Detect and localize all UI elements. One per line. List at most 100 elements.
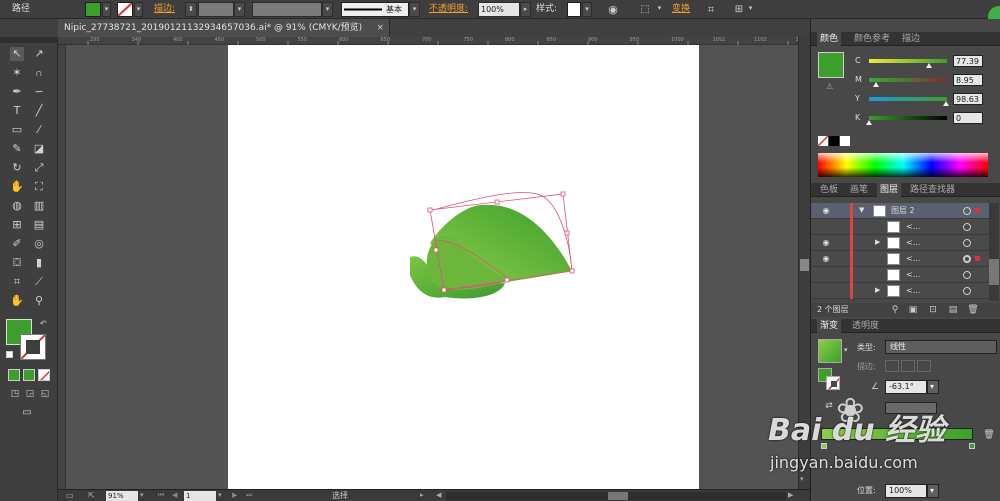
layer-name[interactable]: 图层 2 [891,203,915,219]
draw-behind-icon[interactable]: ◲ [23,387,37,401]
opacity-dropdown[interactable]: ▸ [520,2,531,17]
symbol-sprayer-tool-icon[interactable]: ⛋ [10,256,24,270]
visibility-eye-icon[interactable]: ◉ [820,238,832,248]
recolor-artwork-icon[interactable]: ◉ [605,2,621,17]
layer-target-icon[interactable] [963,239,971,247]
stroke-dropdown-arrow[interactable]: ▾ [134,2,143,17]
arrange-icon[interactable]: ⊞ [731,2,747,17]
draw-inside-icon[interactable]: ◱ [38,387,52,401]
style-dropdown[interactable]: ▾ [582,2,592,17]
gradient-preview-box[interactable] [818,339,842,363]
layer-target-icon[interactable] [963,223,971,231]
new-layer-icon[interactable]: ▤ [947,304,959,316]
tab-swatches[interactable]: 色板 [817,183,841,197]
black-swatch[interactable] [829,136,839,146]
stroke-weight-dropdown[interactable]: ▾ [234,2,245,17]
gradient-preview-dropdown-icon[interactable]: ▾ [844,346,848,354]
bbox-handle[interactable] [504,277,510,283]
zoom-field[interactable]: 91% [106,491,138,501]
slice-tool-icon[interactable]: ⟋ [32,275,46,289]
selection-tool-icon[interactable]: ↖ [10,47,24,61]
tab-pathfinder[interactable]: 路径查找器 [907,183,958,197]
status-menu-icon[interactable]: ▸ [420,490,424,501]
layer-expand-arrow-icon[interactable]: ▼ [859,206,864,214]
black-slider-row[interactable]: K 0 [855,112,1000,126]
align-icon[interactable]: ⬚ [636,2,654,17]
artboard-nav-icon[interactable]: ▭ [66,490,74,501]
gradient-slider[interactable] [821,428,973,440]
prev-artboard-icon[interactable]: ◀ [172,490,177,501]
scale-tool-icon[interactable]: ⤢ [32,161,46,175]
fill-swatch[interactable] [85,2,101,17]
sublayer-row[interactable]: <... [811,267,989,283]
document-tab[interactable]: Nipic_27738721_20190121132934657036.ai* … [58,19,390,37]
scroll-left-arrow-icon[interactable]: ◀ [436,490,441,501]
stroke-weight-field[interactable] [198,2,234,17]
yellow-value-field[interactable]: 98.63 [953,93,983,105]
draw-normal-icon[interactable]: ◳ [8,387,22,401]
layer-target-icon[interactable] [963,207,971,215]
layers-scroll-thumb[interactable] [989,259,999,285]
transform-link[interactable]: 变换 [672,2,690,17]
paintbrush-tool-icon[interactable]: ⁄ [32,123,46,137]
reverse-gradient-icon[interactable]: ⇄ [823,400,835,412]
gradient-stroke-box[interactable] [826,376,840,390]
isolate-icon[interactable]: ⌗ [703,2,719,17]
next-artboard-icon[interactable]: ▶ [232,490,237,501]
black-slider-track[interactable] [869,116,947,120]
layer-row[interactable]: ◉ ▼ 图层 2 [811,203,989,219]
layer-expand-arrow-icon[interactable]: ▶ [875,286,880,294]
color-mode-icon[interactable] [8,369,20,381]
layer-expand-arrow-icon[interactable]: ▶ [875,238,880,246]
swap-fill-stroke-icon[interactable]: ↶ [40,319,47,328]
opacity-label[interactable]: 不透明度: [429,2,468,17]
cyan-slider-thumb[interactable] [926,63,933,68]
stop-position-field[interactable]: 100% [885,484,927,498]
magenta-slider-thumb[interactable] [873,82,880,87]
bbox-handle[interactable] [564,230,570,236]
sublayer-name[interactable]: <... [906,267,920,283]
eyedropper-tool-icon[interactable]: ✐ [10,237,24,251]
yellow-slider-row[interactable]: Y 98.63 [855,93,1000,107]
brush-dropdown[interactable]: ▾ [409,2,420,17]
magenta-slider-track[interactable] [869,78,947,82]
artboard-dropdown-icon[interactable]: ▾ [218,490,222,501]
sublayer-row[interactable]: <... [811,219,989,235]
none-mode-icon[interactable] [38,369,50,381]
default-colors-icon[interactable] [6,351,13,358]
layer-target-icon[interactable] [963,271,971,279]
gradient-mode-icon[interactable] [23,369,35,381]
opacity-field[interactable]: 100% [478,2,520,17]
variable-width-profile[interactable] [252,2,322,17]
layer-target-icon[interactable] [963,287,971,295]
layer-selection-indicator[interactable] [975,208,980,213]
stroke-across-icon[interactable] [917,360,931,372]
stroke-weight-stepper[interactable]: ⬍ [185,2,197,17]
sublayer-name[interactable]: <... [906,283,920,299]
hand-tool-icon[interactable]: ✋ [10,294,24,308]
clipping-mask-icon[interactable]: ▣ [907,304,919,316]
cyan-value-field[interactable]: 77.39 [953,55,983,67]
sublayer-name[interactable]: <... [906,251,920,267]
layer-selection-indicator[interactable] [975,256,980,261]
visibility-eye-icon[interactable]: ◉ [820,206,832,216]
none-swatch[interactable] [818,136,828,146]
free-transform-tool-icon[interactable]: ⛶ [32,180,46,194]
new-sublayer-icon[interactable]: ⊡ [927,304,939,316]
arrange-dropdown[interactable]: ▾ [746,2,755,17]
tools-panel-grip[interactable] [0,37,58,43]
line-segment-tool-icon[interactable]: ╱ [32,104,46,118]
angle-dropdown-icon[interactable]: ▾ [927,380,939,394]
bbox-handle[interactable] [427,207,433,213]
black-value-field[interactable]: 0 [953,112,983,124]
stroke-along-icon[interactable] [901,360,915,372]
delete-layer-icon[interactable]: 🗑 [967,304,979,316]
zoom-dropdown-icon[interactable]: ▾ [140,490,144,501]
magic-wand-tool-icon[interactable]: ✶ [10,66,24,80]
pen-tool-icon[interactable]: ✒ [10,85,24,99]
tab-brushes[interactable]: 画笔 [847,183,871,197]
color-panel-fill-box[interactable] [818,52,844,78]
first-artboard-icon[interactable]: ⏮ [158,490,164,501]
gradient-stop-end[interactable] [969,443,975,449]
pencil-tool-icon[interactable]: ✎ [10,142,24,156]
